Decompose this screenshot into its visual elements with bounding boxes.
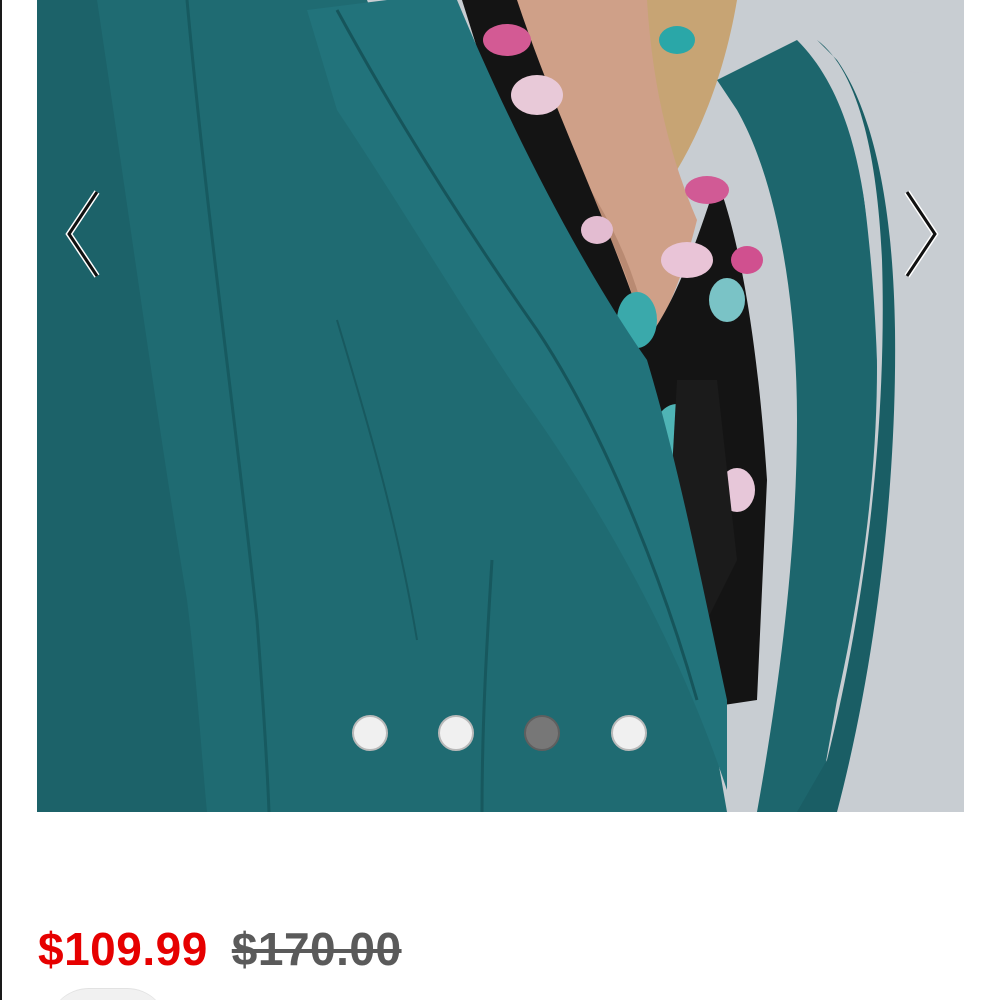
product-image-carousel[interactable] <box>37 0 964 812</box>
price-row: $109.99 $170.00 <box>38 922 402 986</box>
chevron-left-icon <box>65 190 100 278</box>
left-edge-divider <box>0 0 2 1000</box>
chevron-right-icon <box>904 190 939 278</box>
bottom-partial-element <box>48 988 168 1000</box>
product-page: $109.99 $170.00 <box>0 0 1000 1000</box>
product-photo <box>37 0 964 812</box>
carousel-dot-1[interactable] <box>352 715 388 751</box>
carousel-dot-2[interactable] <box>438 715 474 751</box>
sale-price: $109.99 <box>38 923 208 975</box>
carousel-next-button[interactable] <box>895 186 943 282</box>
carousel-dot-4[interactable] <box>611 715 647 751</box>
original-price: $170.00 <box>231 923 402 975</box>
carousel-pagination <box>37 715 964 755</box>
carousel-dot-3[interactable] <box>524 715 560 751</box>
carousel-prev-button[interactable] <box>61 186 109 282</box>
